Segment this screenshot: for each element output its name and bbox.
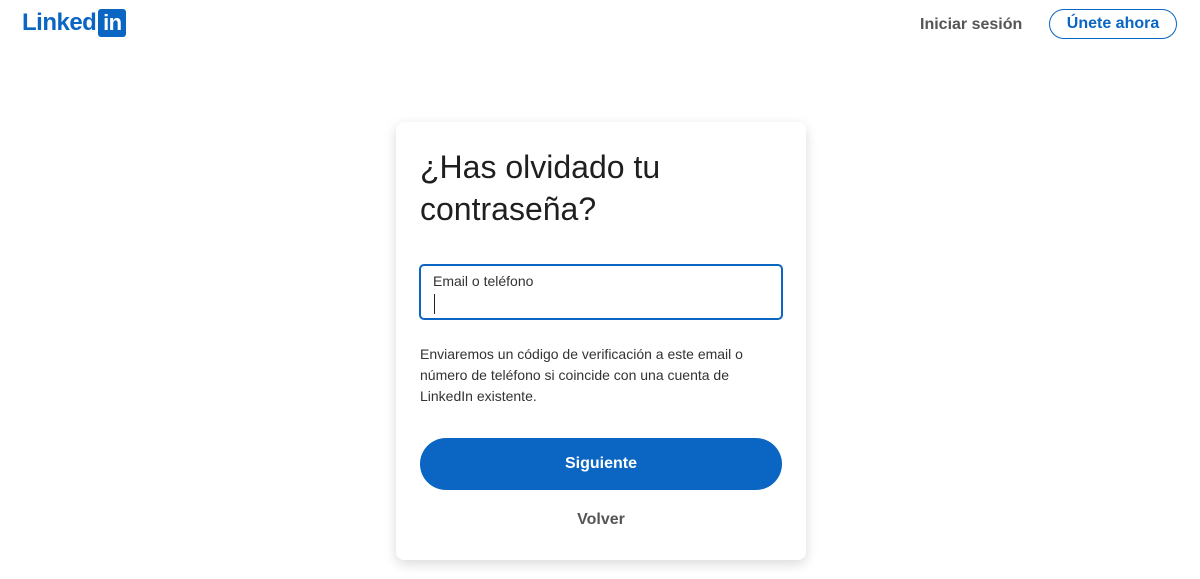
helper-text: Enviaremos un código de verificación a e… [420,346,743,404]
back-link[interactable]: Volver [396,508,806,532]
text-caret [434,294,435,314]
next-button[interactable]: Siguiente [420,438,782,490]
linkedin-logo[interactable]: Linked in [22,8,127,38]
email-or-phone-label: Email o teléfono [433,273,534,289]
top-bar: Linked in Iniciar sesión Únete ahora [0,0,1200,52]
email-or-phone-field[interactable]: Email o teléfono [420,265,782,319]
signin-link[interactable]: Iniciar sesión [908,11,1034,39]
logo-in-icon: in [98,9,127,37]
logo-wordmark: Linked [22,9,97,36]
forgot-password-card: ¿Has olvidado tu contraseña? Email o tel… [396,122,806,560]
email-or-phone-input[interactable] [433,293,763,313]
page-title: ¿Has olvidado tu contraseña? [420,149,661,227]
join-now-button[interactable]: Únete ahora [1049,9,1177,39]
